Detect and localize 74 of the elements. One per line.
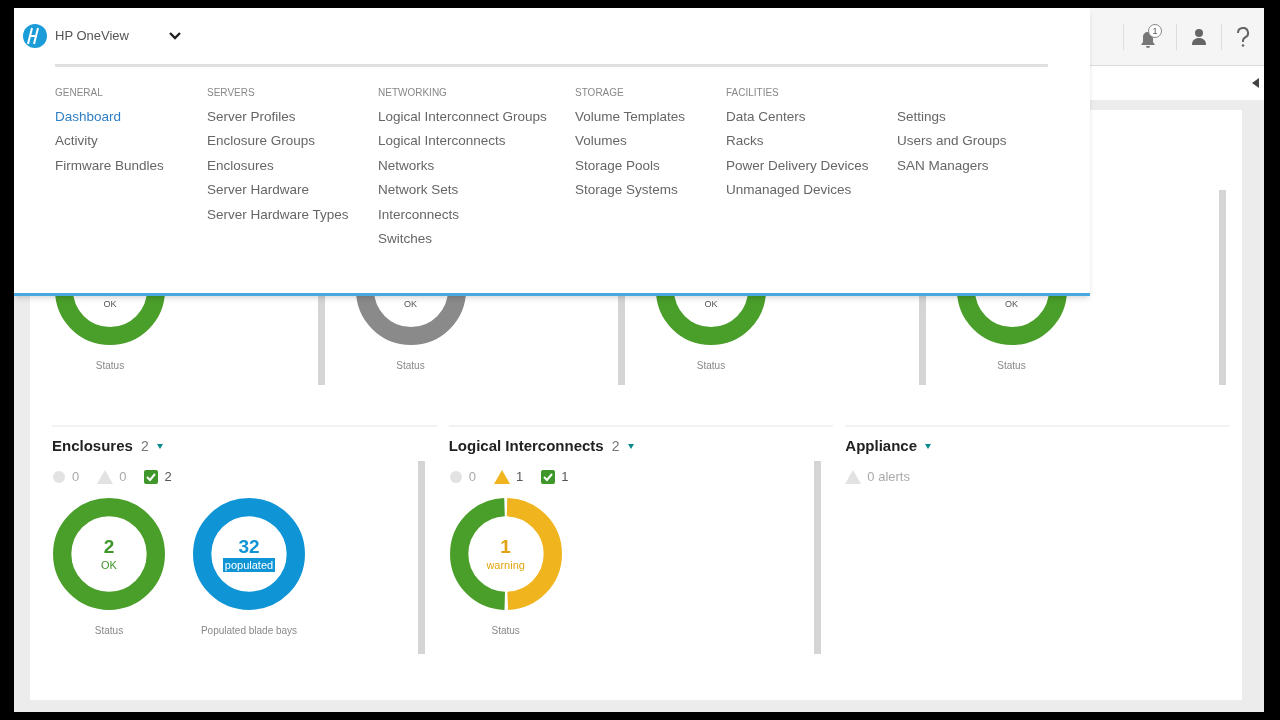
menu-link[interactable]: Network Sets [378,178,459,203]
menu-link[interactable]: Networks [378,153,435,179]
menu-link[interactable]: Switches [378,226,433,252]
caret-icon [168,32,181,40]
status-label: OK [102,298,118,311]
help-icon[interactable] [1236,26,1250,47]
menu-link[interactable]: Storage Systems [575,178,678,203]
warning-icon [845,470,862,484]
panel-title: Enclosures [52,436,133,457]
menu-section-heading: FACILITIES [726,86,780,99]
menu-link[interactable]: Dashboard [55,105,122,130]
menu-link[interactable]: Data Centers [726,105,806,130]
status-count: 1 [561,468,569,487]
menu-section-heading: STORAGE [575,86,625,99]
panel-count: 2 [140,437,149,456]
user-icon[interactable] [1191,27,1207,46]
collapse-icon[interactable] [1252,78,1260,88]
chart-label: warning [486,558,525,572]
alert-count: 0 alerts [867,468,910,487]
status-count: 2 [164,468,172,487]
menu-link[interactable]: Server Profiles [207,105,296,130]
chart-caption: Populated blade bays [200,624,298,638]
panel-count: 2 [611,437,620,456]
chart-label: populated [222,558,276,572]
menu-link[interactable]: Users and Groups [897,129,1007,154]
scrollbar[interactable] [417,461,425,654]
caret-icon[interactable] [627,444,634,449]
chart-label: OK [101,558,117,572]
menu-link[interactable]: SAN Managers [897,153,989,179]
status-count: 1 [515,468,524,487]
notification-badge: 1 [1148,23,1162,38]
app-title-menu[interactable]: HP OneView [55,26,181,46]
chart-caption: Status [996,359,1027,373]
status-label: OK [1004,298,1019,311]
menu-link[interactable]: Activity [55,129,98,154]
status-label: OK [403,298,418,311]
panel-title: Logical Interconnects [448,436,604,457]
menu-link[interactable]: Enclosures [207,153,274,179]
menu-link[interactable]: Storage Pools [575,153,660,179]
menu-link[interactable]: Settings [897,105,946,130]
chart-value: 32 [238,536,260,558]
status-count: 0 [72,468,80,487]
chart-caption: Status [695,359,727,373]
chart-caption: Status [94,624,124,638]
chart-caption: Status [94,359,126,373]
chart-caption: Status [395,359,426,373]
menu-link[interactable]: Logical Interconnect Groups [378,105,547,130]
menu-section-heading: GENERAL [55,86,104,99]
menu-link[interactable]: Server Hardware Types [207,202,349,227]
status-count: 0 [468,468,476,487]
menu-link[interactable]: Logical Interconnects [378,129,506,154]
menu-section-heading: SERVERS [207,86,256,99]
menu-link[interactable]: Volumes [575,129,627,154]
scrollbar[interactable] [1219,190,1226,385]
menu-link[interactable]: Volume Templates [575,105,686,130]
chart-value: 2 [103,536,115,558]
chart-value: 1 [500,536,511,558]
caret-icon[interactable] [925,444,931,449]
menu-link[interactable]: Server Hardware [207,178,310,203]
menu-link[interactable]: Firmware Bundles [55,153,164,179]
panel-title: Appliance [845,436,917,457]
caret-icon[interactable] [156,444,163,449]
menu-link[interactable]: Interconnects [378,202,460,227]
scrollbar[interactable] [814,461,822,654]
menu-link[interactable]: Unmanaged Devices [726,178,852,203]
menu-link[interactable]: Power Delivery Devices [726,153,869,179]
status-label: OK [703,298,719,311]
notifications-button[interactable]: 1 [1138,23,1162,50]
status-count: 0 [119,468,127,487]
menu-section-heading: NETWORKING [378,86,448,99]
menu-link[interactable]: Racks [726,129,764,154]
logo-icon [22,23,48,49]
menu-link[interactable]: Enclosure Groups [207,129,316,154]
chart-caption: Status [491,624,520,638]
